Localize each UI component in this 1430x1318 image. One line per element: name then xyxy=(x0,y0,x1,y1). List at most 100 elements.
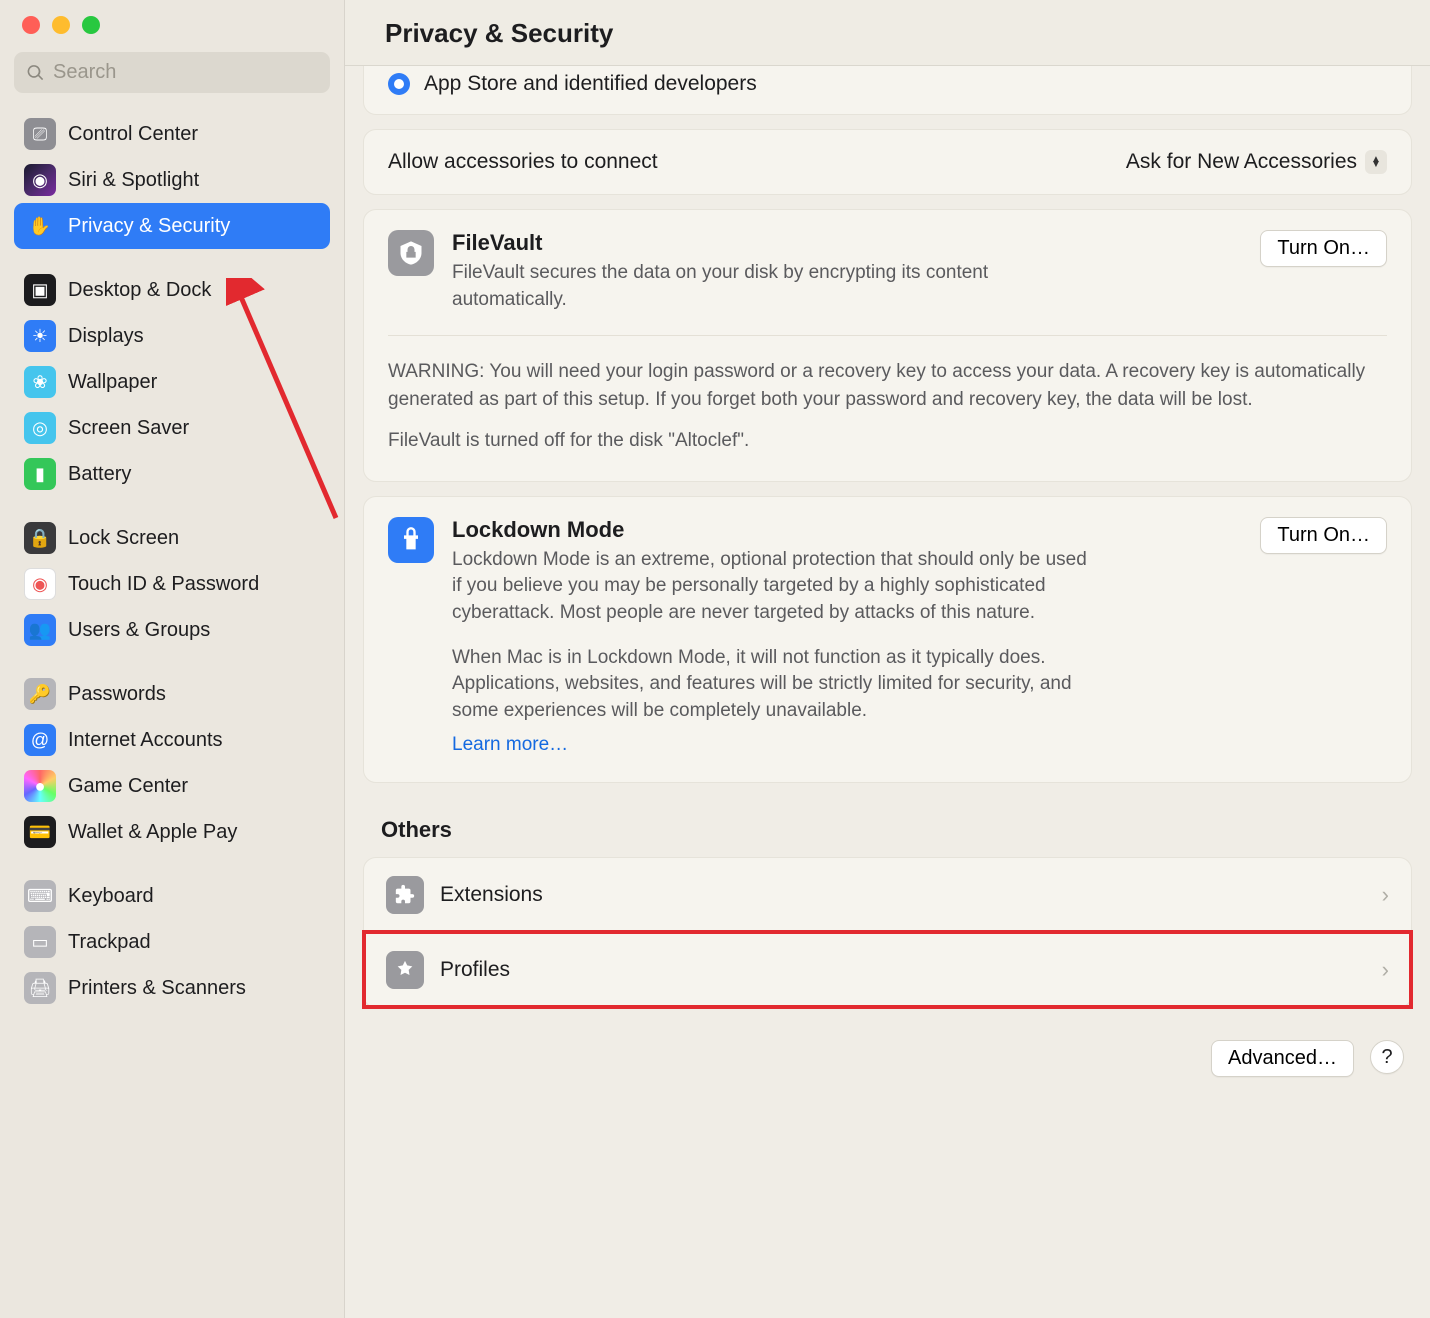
screen-saver-icon: ◎ xyxy=(24,412,56,444)
others-list: Extensions › Profiles › xyxy=(363,857,1412,1008)
profiles-row[interactable]: Profiles › xyxy=(364,932,1411,1007)
lockdown-title: Lockdown Mode xyxy=(452,517,1242,543)
sidebar-item-wallpaper[interactable]: ❀ Wallpaper xyxy=(14,359,330,405)
sidebar-item-label: Lock Screen xyxy=(68,527,179,550)
sidebar-item-internet-accounts[interactable]: @ Internet Accounts xyxy=(14,717,330,763)
accessories-panel: Allow accessories to connect Ask for New… xyxy=(363,129,1412,195)
filevault-icon xyxy=(388,230,434,276)
lockdown-desc2: When Mac is in Lockdown Mode, it will no… xyxy=(452,645,1092,725)
sidebar-item-privacy-security[interactable]: ✋ Privacy & Security xyxy=(14,203,330,249)
chevron-right-icon: › xyxy=(1382,882,1389,908)
game-center-icon: ● xyxy=(24,770,56,802)
sidebar-item-label: Screen Saver xyxy=(68,417,189,440)
radio-label: App Store and identified developers xyxy=(424,72,757,96)
siri-spotlight-icon: ◉ xyxy=(24,164,56,196)
battery-icon: ▮ xyxy=(24,458,56,490)
sidebar-item-label: Touch ID & Password xyxy=(68,573,259,596)
sidebar-item-siri-spotlight[interactable]: ◉ Siri & Spotlight xyxy=(14,157,330,203)
accessories-value: Ask for New Accessories xyxy=(1126,150,1357,174)
sidebar-item-label: Wallpaper xyxy=(68,371,157,394)
wallet-apple-pay-icon: 💳 xyxy=(24,816,56,848)
list-row-label: Extensions xyxy=(440,883,543,907)
profiles-icon xyxy=(386,951,424,989)
sidebar-item-keyboard[interactable]: ⌨Keyboard xyxy=(14,873,330,919)
filevault-panel: FileVault FileVault secures the data on … xyxy=(363,209,1412,482)
search-field[interactable] xyxy=(14,52,330,93)
sidebar-item-printers-scanners[interactable]: 🖨 Printers & Scanners xyxy=(14,965,330,1011)
sidebar-item-label: Printers & Scanners xyxy=(68,977,246,1000)
select-arrows-icon: ▲▼ xyxy=(1365,150,1387,174)
lockdown-panel: Lockdown Mode Lockdown Mode is an extrem… xyxy=(363,496,1412,784)
list-row-label: Profiles xyxy=(440,958,510,982)
keyboard-icon: ⌨ xyxy=(24,880,56,912)
filevault-warning: WARNING: You will need your login passwo… xyxy=(388,358,1387,413)
sidebar-item-label: Displays xyxy=(68,325,144,348)
extensions-row[interactable]: Extensions › xyxy=(364,858,1411,932)
search-icon xyxy=(26,63,45,83)
radio-selected-icon xyxy=(388,73,410,95)
sidebar-item-label: Passwords xyxy=(68,683,166,706)
touch-id-password-icon: ◉ xyxy=(24,568,56,600)
control-center-icon: ⎚ xyxy=(24,118,56,150)
page-title: Privacy & Security xyxy=(385,18,1390,49)
sidebar-item-lock-screen[interactable]: 🔒 Lock Screen xyxy=(14,515,330,561)
sidebar-item-label: Control Center xyxy=(68,123,198,146)
sidebar-item-label: Game Center xyxy=(68,775,188,798)
sidebar-item-desktop-dock[interactable]: ▣ Desktop & Dock xyxy=(14,267,330,313)
sidebar-item-screen-saver[interactable]: ◎ Screen Saver xyxy=(14,405,330,451)
displays-icon: ☀ xyxy=(24,320,56,352)
chevron-right-icon: › xyxy=(1382,957,1389,983)
sidebar-item-users-groups[interactable]: 👥 Users & Groups xyxy=(14,607,330,653)
lockdown-turn-on-button[interactable]: Turn On… xyxy=(1260,517,1387,554)
sidebar-item-passwords[interactable]: 🔑 Passwords xyxy=(14,671,330,717)
content-pane: Privacy & Security App Store and identif… xyxy=(345,0,1430,1318)
sidebar-item-label: Internet Accounts xyxy=(68,729,223,752)
sidebar-item-label: Battery xyxy=(68,463,131,486)
allow-apps-panel-partial: App Store and identified developers xyxy=(363,66,1412,115)
close-window-button[interactable] xyxy=(22,16,40,34)
sidebar-item-label: Trackpad xyxy=(68,931,151,954)
minimize-window-button[interactable] xyxy=(52,16,70,34)
filevault-desc: FileVault secures the data on your disk … xyxy=(452,260,1092,313)
sidebar-item-label: Siri & Spotlight xyxy=(68,169,199,192)
trackpad-icon: ▭ xyxy=(24,926,56,958)
privacy-security-icon: ✋ xyxy=(24,210,56,242)
sidebar-item-label: Wallet & Apple Pay xyxy=(68,821,237,844)
sidebar-item-label: Users & Groups xyxy=(68,619,210,642)
content-body: App Store and identified developers Allo… xyxy=(345,66,1430,1318)
sidebar-item-game-center[interactable]: ● Game Center xyxy=(14,763,330,809)
sidebar-item-trackpad[interactable]: ▭ Trackpad xyxy=(14,919,330,965)
printers-scanners-icon: 🖨 xyxy=(24,972,56,1004)
sidebar-item-label: Desktop & Dock xyxy=(68,279,211,302)
search-input[interactable] xyxy=(53,61,318,84)
accessories-label: Allow accessories to connect xyxy=(388,150,658,174)
lockdown-icon xyxy=(388,517,434,563)
sidebar-item-battery[interactable]: ▮ Battery xyxy=(14,451,330,497)
maximize-window-button[interactable] xyxy=(82,16,100,34)
sidebar-item-displays[interactable]: ☀ Displays xyxy=(14,313,330,359)
lockdown-desc1: Lockdown Mode is an extreme, optional pr… xyxy=(452,547,1092,627)
content-header: Privacy & Security xyxy=(345,0,1430,66)
advanced-button[interactable]: Advanced… xyxy=(1211,1040,1354,1077)
lockdown-learn-more-link[interactable]: Learn more… xyxy=(452,734,568,756)
filevault-turn-on-button[interactable]: Turn On… xyxy=(1260,230,1387,267)
internet-accounts-icon: @ xyxy=(24,724,56,756)
desktop-dock-icon: ▣ xyxy=(24,274,56,306)
passwords-icon: 🔑 xyxy=(24,678,56,710)
sidebar: ⎚ Control Center ◉ Siri & Spotlight ✋ Privacy… xyxy=(0,0,345,1318)
lock-screen-icon: 🔒 xyxy=(24,522,56,554)
help-button[interactable]: ? xyxy=(1370,1040,1404,1074)
users-groups-icon: 👥 xyxy=(24,614,56,646)
radio-app-store-identified[interactable]: App Store and identified developers xyxy=(364,66,1411,114)
window-controls xyxy=(0,16,344,52)
sidebar-item-wallet-apple-pay[interactable]: 💳 Wallet & Apple Pay xyxy=(14,809,330,855)
sidebar-item-label: Privacy & Security xyxy=(68,215,230,238)
sidebar-item-control-center[interactable]: ⎚ Control Center xyxy=(14,111,330,157)
sidebar-nav: ⎚ Control Center ◉ Siri & Spotlight ✋ Privacy… xyxy=(0,107,344,1015)
accessories-select[interactable]: Ask for New Accessories ▲▼ xyxy=(1126,150,1387,174)
filevault-title: FileVault xyxy=(452,230,1242,256)
footer-row: Advanced… ? xyxy=(363,1022,1412,1081)
sidebar-item-touch-id-password[interactable]: ◉ Touch ID & Password xyxy=(14,561,330,607)
wallpaper-icon: ❀ xyxy=(24,366,56,398)
others-section-title: Others xyxy=(381,817,1412,843)
